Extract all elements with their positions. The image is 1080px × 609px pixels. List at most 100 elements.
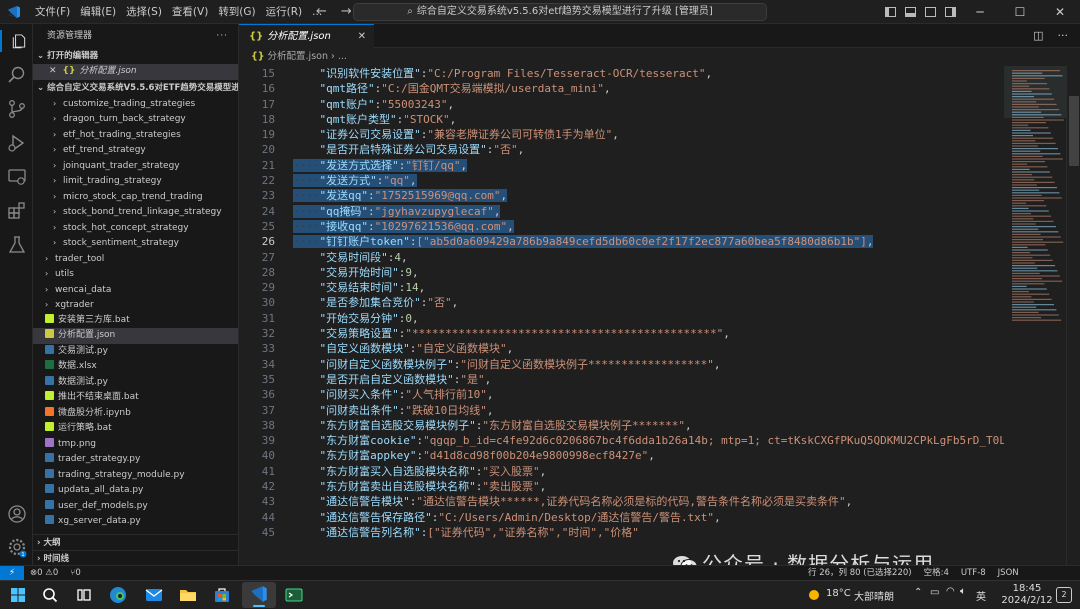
menu-item[interactable]: 转到(G) — [213, 0, 260, 24]
split-editor-icon[interactable]: ◫ — [1033, 29, 1043, 42]
edge-browser-icon[interactable] — [108, 585, 128, 605]
folder-item[interactable]: › stock_hot_concept_strategy — [33, 220, 238, 236]
file-item[interactable]: user_def_models.py — [33, 499, 238, 515]
file-item[interactable]: 分析配置.json — [33, 328, 238, 344]
file-item[interactable]: 推出不结束桌面.bat — [33, 390, 238, 406]
search-icon[interactable] — [6, 64, 28, 86]
clock-time[interactable]: 18:45 — [1002, 583, 1052, 594]
file-explorer-icon[interactable] — [178, 585, 198, 605]
weather-desc[interactable]: 大部晴朗 — [854, 588, 894, 603]
folder-item[interactable]: › dragon_turn_back_strategy — [33, 111, 238, 127]
maximize-button[interactable]: ☐ — [1000, 0, 1040, 24]
vscode-taskbar-active[interactable] — [242, 582, 276, 608]
folder-item[interactable]: › micro_stock_cap_trend_trading — [33, 189, 238, 205]
timeline-section[interactable]: › 时间线 — [33, 550, 238, 565]
folder-item[interactable]: › etf_trend_strategy — [33, 142, 238, 158]
minimap[interactable] — [1004, 66, 1066, 565]
folder-item[interactable]: › wencai_data — [33, 282, 238, 298]
file-item[interactable]: 微盘股分析.ipynb — [33, 406, 238, 422]
account-icon[interactable] — [6, 503, 28, 525]
folder-item[interactable]: › limit_trading_strategy — [33, 173, 238, 189]
folder-item[interactable]: › etf_hot_trading_strategies — [33, 127, 238, 143]
forward-arrow-icon[interactable]: → — [341, 4, 352, 19]
customize-layout-icon[interactable] — [940, 0, 960, 24]
line-number: 18 — [261, 112, 275, 126]
file-item[interactable]: 安装第三方库.bat — [33, 313, 238, 329]
scrollbar-thumb[interactable] — [1069, 96, 1079, 166]
remote-indicator-icon[interactable]: ⚡ — [0, 566, 24, 581]
menu-item[interactable]: 编辑(E) — [75, 0, 121, 24]
cursor-position[interactable]: 行 26，列 80 (已选择220) — [808, 566, 912, 580]
show-hidden-icons-icon[interactable]: ⌃ — [914, 587, 922, 598]
store-icon[interactable] — [212, 585, 232, 605]
notification-icon[interactable]: 2 — [1056, 587, 1072, 603]
toggle-secondary-sidebar-icon[interactable] — [920, 0, 940, 24]
folder-item[interactable]: › stock_bond_trend_linkage_strategy — [33, 204, 238, 220]
vertical-scrollbar[interactable] — [1066, 66, 1080, 565]
folder-item[interactable]: › trader_tool — [33, 251, 238, 267]
file-item[interactable]: 数据.xlsx — [33, 359, 238, 375]
close-button[interactable]: ✕ — [1040, 0, 1080, 24]
more-actions-icon[interactable]: ··· — [216, 24, 228, 48]
menu-item[interactable]: 运行(R) — [261, 0, 308, 24]
indentation[interactable]: 空格:4 — [924, 566, 949, 580]
minimap-line — [1012, 267, 1038, 269]
code-editor[interactable]: 15 "识别软件安装位置":"C:/Program Files/Tesserac… — [239, 66, 1004, 565]
menu-item[interactable]: 选择(S) — [121, 0, 167, 24]
mail-icon[interactable] — [144, 585, 164, 605]
folder-item[interactable]: › utils — [33, 266, 238, 282]
file-item[interactable]: xg_server_data.py — [33, 514, 238, 530]
command-center[interactable]: ⌕ 综合自定义交易系统v5.5.6对etf趋势交易模型进行了升级 [管理员] — [353, 3, 767, 21]
tab-analysis-config[interactable]: {} 分析配置.json ✕ — [239, 24, 374, 49]
more-actions-icon[interactable]: ··· — [1058, 29, 1069, 42]
open-editor-item[interactable]: ✕ {} 分析配置.json — [33, 64, 238, 80]
terminal-app-icon[interactable] — [284, 585, 304, 605]
language-mode[interactable]: JSON — [998, 566, 1019, 580]
wifi-icon[interactable]: ◠ — [946, 586, 955, 597]
open-editors-section[interactable]: ⌄ 打开的编辑器 — [33, 48, 238, 64]
file-item[interactable]: 运行策略.bat — [33, 421, 238, 437]
close-icon[interactable]: ✕ — [49, 66, 57, 76]
volume-icon[interactable]: 🔈︎ — [960, 586, 966, 597]
encoding[interactable]: UTF-8 — [961, 566, 986, 580]
menu-item[interactable]: 文件(F) — [30, 0, 75, 24]
folder-item[interactable]: › xgtrader — [33, 297, 238, 313]
json-key: qmt账户类型 — [326, 112, 390, 126]
clock-date[interactable]: 2024/2/12 — [997, 595, 1057, 606]
file-item[interactable]: trader_strategy.py — [33, 452, 238, 468]
outline-section[interactable]: › 大纲 — [33, 534, 238, 550]
close-tab-icon[interactable]: ✕ — [358, 25, 366, 49]
source-control-icon[interactable] — [6, 98, 28, 120]
task-view-icon[interactable] — [74, 585, 94, 605]
run-and-debug-icon[interactable] — [6, 132, 28, 154]
file-item[interactable]: 交易测试.py — [33, 344, 238, 360]
settings-gear-icon[interactable]: 1 — [6, 536, 28, 558]
breadcrumb-more[interactable]: ... — [338, 51, 347, 62]
folder-item[interactable]: › joinquant_trader_strategy — [33, 158, 238, 174]
project-section[interactable]: ⌄ 综合自定义交易系统V5.5.6对ETF趋势交易模型进行了... — [33, 80, 238, 96]
back-arrow-icon[interactable]: ← — [316, 4, 327, 19]
folder-item[interactable]: › stock_sentiment_strategy — [33, 235, 238, 251]
explorer-icon[interactable] — [0, 30, 33, 52]
file-item[interactable]: tmp.png — [33, 437, 238, 453]
toggle-primary-sidebar-icon[interactable] — [880, 0, 900, 24]
problems-indicator[interactable]: ⊗0 ⚠0 — [30, 566, 58, 580]
file-item[interactable]: trading_strategy_module.py — [33, 468, 238, 484]
input-method[interactable]: 英 — [976, 588, 986, 603]
breadcrumb-file[interactable]: 分析配置.json — [268, 51, 328, 62]
file-item[interactable]: 数据测试.py — [33, 375, 238, 391]
extensions-icon[interactable] — [6, 200, 28, 222]
menu-item[interactable]: 查看(V) — [167, 0, 213, 24]
weather-temp[interactable]: 18°C — [826, 588, 851, 599]
minimize-button[interactable]: ─ — [960, 0, 1000, 24]
network-icon[interactable]: ▭ — [930, 587, 939, 598]
toggle-panel-icon[interactable] — [900, 0, 920, 24]
ports-indicator[interactable]: ⑂0 — [70, 566, 81, 580]
folder-item[interactable]: › customize_trading_strategies — [33, 96, 238, 112]
testing-flask-icon[interactable] — [6, 234, 28, 256]
windows-start-icon[interactable] — [8, 585, 28, 605]
json-key: 发送方式选择 — [326, 158, 393, 172]
file-item[interactable]: updata_all_data.py — [33, 483, 238, 499]
remote-explorer-icon[interactable] — [6, 166, 28, 188]
search-icon[interactable] — [40, 585, 60, 605]
